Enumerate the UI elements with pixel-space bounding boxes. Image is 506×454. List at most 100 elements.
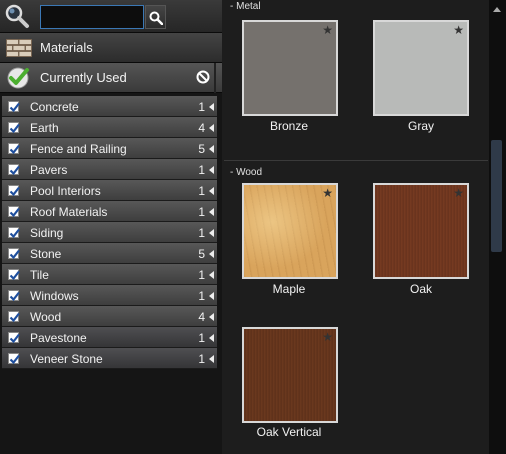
category-checkbox[interactable] [8, 290, 20, 302]
category-row[interactable]: Pool Interiors 1 [2, 180, 217, 201]
material-name: Maple [272, 282, 306, 296]
material-tile-oak-vertical[interactable]: ★ [242, 327, 338, 423]
category-checkbox[interactable] [8, 185, 20, 197]
search-icon [149, 11, 163, 25]
expand-arrow-icon[interactable] [209, 229, 214, 237]
expand-arrow-icon[interactable] [209, 124, 214, 132]
category-row[interactable]: Siding 1 [2, 222, 217, 243]
category-count: 4 [198, 310, 205, 324]
search-input[interactable] [40, 5, 144, 29]
expand-arrow-icon[interactable] [209, 292, 214, 300]
material-tile-oak[interactable]: ★ [373, 183, 469, 279]
category-list: Concrete 1 Earth 4 Fence and Railing 5 Pavers 1… [2, 96, 217, 369]
material-tile-gray[interactable]: ★ [373, 20, 469, 116]
category-count: 1 [198, 184, 205, 198]
category-name: Pool Interiors [30, 184, 101, 198]
checkmark-icon [9, 228, 20, 239]
expand-arrow-icon[interactable] [209, 334, 214, 342]
category-row[interactable]: Veneer Stone 1 [2, 348, 217, 369]
category-count: 1 [198, 268, 205, 282]
category-checkbox[interactable] [8, 101, 20, 113]
nav-currently-used-label: Currently Used [40, 70, 127, 85]
divider [214, 63, 216, 93]
category-name: Siding [30, 226, 64, 240]
category-name: Fence and Railing [30, 142, 127, 156]
search-bar [0, 0, 222, 33]
magnifier-logo-icon [5, 4, 29, 28]
category-count: 1 [198, 352, 205, 366]
expand-arrow-icon[interactable] [209, 208, 214, 216]
checkmark-icon [9, 291, 20, 302]
favorite-star-icon[interactable]: ★ [453, 23, 464, 37]
search-button[interactable] [145, 5, 166, 29]
category-row[interactable]: Roof Materials 1 [2, 201, 217, 222]
left-panel: Materials Currently Used Concrete 1 Earth 4… [0, 0, 222, 454]
nav-currently-used[interactable]: Currently Used [0, 63, 222, 93]
category-checkbox[interactable] [8, 332, 20, 344]
favorite-star-icon[interactable]: ★ [322, 23, 333, 37]
category-row[interactable]: Concrete 1 [2, 96, 217, 117]
section-metal-header[interactable]: - Metal [224, 0, 488, 14]
section-wood: - Wood [224, 160, 488, 180]
category-count: 1 [198, 289, 205, 303]
material-tile-bronze[interactable]: ★ [242, 20, 338, 116]
section-wood-header[interactable]: - Wood [224, 166, 488, 180]
category-count: 1 [198, 205, 205, 219]
category-row[interactable]: Wood 4 [2, 306, 217, 327]
expand-arrow-icon[interactable] [209, 271, 214, 279]
category-count: 1 [198, 163, 205, 177]
category-count: 1 [198, 331, 205, 345]
category-checkbox[interactable] [8, 311, 20, 323]
scroll-up-arrow-icon[interactable] [493, 7, 501, 12]
material-name: Bronze [269, 119, 309, 133]
category-name: Pavestone [30, 331, 87, 345]
checkmark-icon [9, 102, 20, 113]
category-name: Windows [30, 289, 79, 303]
category-count: 1 [198, 226, 205, 240]
category-checkbox[interactable] [8, 164, 20, 176]
expand-arrow-icon[interactable] [209, 355, 214, 363]
category-checkbox[interactable] [8, 206, 20, 218]
category-count: 5 [198, 247, 205, 261]
category-checkbox[interactable] [8, 143, 20, 155]
expand-arrow-icon[interactable] [209, 313, 214, 321]
checkmark-icon [9, 123, 20, 134]
category-row[interactable]: Pavestone 1 [2, 327, 217, 348]
nav-materials-label: Materials [40, 40, 93, 55]
expand-arrow-icon[interactable] [209, 250, 214, 258]
brick-icon [6, 39, 32, 57]
category-row[interactable]: Windows 1 [2, 285, 217, 306]
category-row[interactable]: Fence and Railing 5 [2, 138, 217, 159]
category-row[interactable]: Pavers 1 [2, 159, 217, 180]
section-metal: - Metal [224, 0, 488, 14]
favorite-star-icon[interactable]: ★ [322, 186, 333, 200]
category-checkbox[interactable] [8, 353, 20, 365]
checkmark-icon [9, 249, 20, 260]
favorite-star-icon[interactable]: ★ [322, 330, 333, 344]
clear-filter-icon[interactable] [196, 70, 210, 84]
category-row[interactable]: Tile 1 [2, 264, 217, 285]
favorite-star-icon[interactable]: ★ [453, 186, 464, 200]
category-checkbox[interactable] [8, 269, 20, 281]
checkmark-icon [9, 144, 20, 155]
category-row[interactable]: Earth 4 [2, 117, 217, 138]
materials-grid-panel: - Metal ★ Bronze ★ Gray - Wood ★ Maple ★… [222, 0, 506, 454]
category-checkbox[interactable] [8, 248, 20, 260]
vertical-scrollbar[interactable] [489, 0, 506, 454]
checkmark-icon [9, 333, 20, 344]
expand-arrow-icon[interactable] [209, 145, 214, 153]
checkmark-badge-icon [7, 67, 29, 89]
material-name: Oak Vertical [256, 425, 322, 439]
category-name: Wood [30, 310, 62, 324]
nav-materials[interactable]: Materials [0, 33, 222, 63]
material-tile-maple[interactable]: ★ [242, 183, 338, 279]
expand-arrow-icon[interactable] [209, 187, 214, 195]
scrollbar-thumb[interactable] [491, 140, 502, 252]
expand-arrow-icon[interactable] [209, 166, 214, 174]
checkmark-icon [9, 165, 20, 176]
category-checkbox[interactable] [8, 227, 20, 239]
category-row[interactable]: Stone 5 [2, 243, 217, 264]
category-checkbox[interactable] [8, 122, 20, 134]
category-name: Stone [30, 247, 62, 261]
expand-arrow-icon[interactable] [209, 103, 214, 111]
